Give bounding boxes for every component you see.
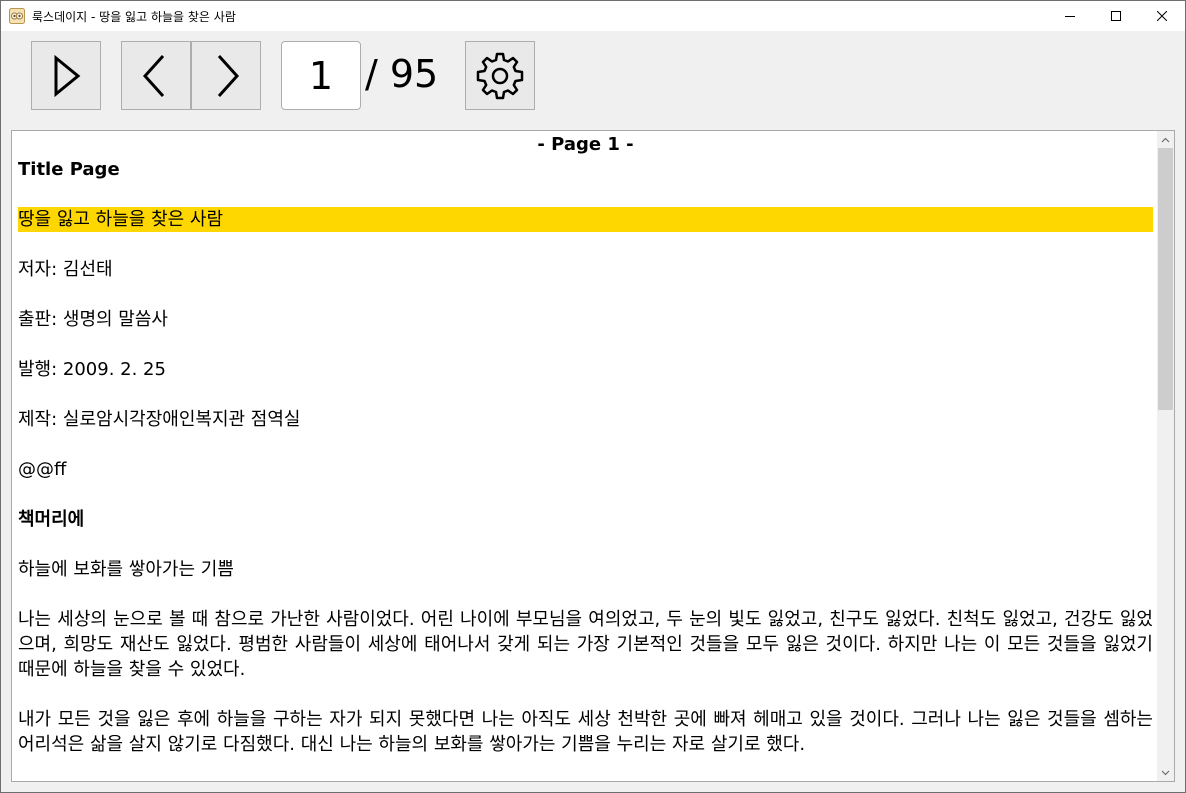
settings-button[interactable] <box>465 41 535 110</box>
app-window: 룩스데이지 - 땅을 잃고 하늘을 찾은 사람 1 / 95 - Page 1 … <box>0 0 1186 793</box>
scrollbar-thumb[interactable] <box>1158 148 1173 410</box>
minimize-icon <box>1065 16 1075 17</box>
chevron-left-icon <box>142 54 165 97</box>
marker-paragraph: @@ff <box>18 459 67 480</box>
text-paragraph: 하늘에 보화를 쌓아가는 기쁨 <box>18 559 234 580</box>
gear-icon <box>476 52 524 99</box>
toolbar: / 95 <box>1 31 1185 119</box>
section-heading: Title Page <box>18 159 120 180</box>
scroll-up-button[interactable] <box>1157 131 1174 148</box>
highlighted-paragraph: 땅을 잃고 하늘을 찾은 사람 <box>18 207 1153 232</box>
current-page-input[interactable] <box>281 41 361 110</box>
maximize-button[interactable] <box>1093 1 1139 31</box>
play-icon <box>54 54 81 97</box>
minimize-button[interactable] <box>1047 1 1093 31</box>
section-heading: 책머리에 <box>18 509 85 530</box>
producer-paragraph: 제작: 실로암시각장애인복지관 점역실 <box>18 409 301 430</box>
next-page-button[interactable] <box>191 41 261 110</box>
scroll-down-button[interactable] <box>1157 764 1174 781</box>
text-paragraph: 나는 세상의 눈으로 볼 때 참으로 가난한 사람이었다. 어린 나이에 부모님… <box>18 609 1153 680</box>
previous-page-button[interactable] <box>121 41 191 110</box>
window-title: 룩스데이지 - 땅을 잃고 하늘을 찾은 사람 <box>32 9 236 24</box>
title-bar[interactable]: 룩스데이지 - 땅을 잃고 하늘을 찾은 사람 <box>1 1 1185 31</box>
total-pages-label: / 95 <box>365 52 439 96</box>
page-header: - Page 1 - <box>537 134 634 155</box>
chevron-right-icon <box>217 54 240 97</box>
close-icon <box>1157 11 1167 21</box>
publication-date-paragraph: 발행: 2009. 2. 25 <box>18 359 166 380</box>
document-text: - Page 1 - Title Page 땅을 잃고 하늘을 찾은 사람 저자… <box>18 131 1153 781</box>
app-logo-icon <box>9 8 25 24</box>
play-button[interactable] <box>31 41 101 110</box>
author-paragraph: 저자: 김선태 <box>18 259 113 280</box>
scroll-up-icon <box>1161 137 1170 142</box>
maximize-icon <box>1111 11 1121 21</box>
close-button[interactable] <box>1139 1 1185 31</box>
publisher-paragraph: 출판: 생명의 말씀사 <box>18 309 168 330</box>
scroll-down-icon <box>1161 770 1170 775</box>
vertical-scrollbar[interactable] <box>1157 131 1174 781</box>
text-paragraph: 내가 모든 것을 잃은 후에 하늘을 구하는 자가 되지 못했다면 나는 아직도… <box>18 709 1153 755</box>
window-controls <box>1047 1 1185 31</box>
document-viewer[interactable]: - Page 1 - Title Page 땅을 잃고 하늘을 찾은 사람 저자… <box>11 130 1175 782</box>
